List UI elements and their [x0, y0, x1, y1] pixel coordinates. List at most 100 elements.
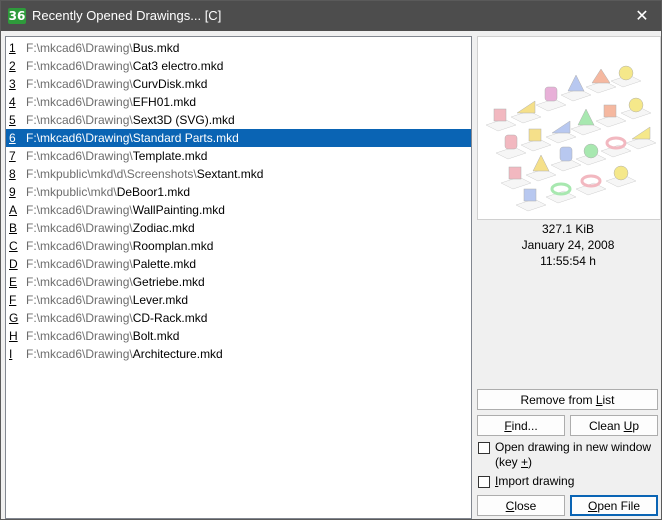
file-name: Roomplan.mkd — [132, 239, 214, 253]
file-name: Template.mkd — [132, 149, 208, 163]
file-hotkey: 5 — [9, 113, 16, 127]
file-list-item[interactable]: G F:\mkcad6\Drawing\CD-Rack.mkd — [6, 309, 471, 327]
file-path: F:\mkcad6\Drawing\WallPainting.mkd — [26, 201, 225, 219]
file-size: 327.1 KiB — [541, 222, 595, 236]
file-hotkey: F — [9, 293, 17, 307]
file-hotkey: 9 — [9, 185, 16, 199]
file-list-item[interactable]: 2 F:\mkcad6\Drawing\Cat3 electro.mkd — [6, 57, 471, 75]
preview-shape — [605, 136, 627, 150]
file-path: F:\mkcad6\Drawing\Template.mkd — [26, 147, 207, 165]
file-hotkey: G — [9, 311, 19, 325]
file-list-item[interactable]: B F:\mkcad6\Drawing\Zodiac.mkd — [6, 219, 471, 237]
file-directory: F:\mkcad6\Drawing\ — [26, 329, 133, 343]
preview-shape — [550, 182, 572, 196]
file-path: F:\mkcad6\Drawing\CD-Rack.mkd — [26, 309, 207, 327]
close-icon[interactable]: ✕ — [631, 5, 653, 27]
file-directory: F:\mkcad6\Drawing\ — [26, 131, 133, 145]
file-list-item[interactable]: E F:\mkcad6\Drawing\Getriebe.mkd — [6, 273, 471, 291]
file-name: Architecture.mkd — [132, 347, 223, 361]
file-directory: F:\mkpublic\mkd\d\Screenshots\ — [26, 167, 197, 181]
button-label: ist — [602, 393, 615, 407]
open-file-button[interactable]: Open File — [570, 495, 658, 516]
file-directory: F:\mkcad6\Drawing\ — [26, 77, 133, 91]
button-accel: O — [587, 499, 598, 513]
preview-thumbnail — [485, 65, 657, 212]
file-hotkey: E — [9, 275, 18, 289]
preview-shape — [628, 97, 644, 113]
file-list-item[interactable]: 5 F:\mkcad6\Drawing\Sext3D (SVG).mkd — [6, 111, 471, 129]
file-directory: F:\mkcad6\Drawing\ — [26, 59, 133, 73]
window-title: Recently Opened Drawings... [C] — [32, 8, 222, 23]
file-path: F:\mkcad6\Drawing\EFH01.mkd — [26, 93, 196, 111]
file-path: F:\mkcad6\Drawing\Bus.mkd — [26, 39, 179, 57]
file-path: F:\mkcad6\Drawing\Cat3 electro.mkd — [26, 57, 223, 75]
file-name: Zodiac.mkd — [132, 221, 195, 235]
file-name: DeBoor1.mkd — [116, 185, 191, 199]
import-drawing-label: Import drawing — [495, 474, 574, 489]
file-list-item[interactable]: 4 F:\mkcad6\Drawing\EFH01.mkd — [6, 93, 471, 111]
button-label: lose — [514, 499, 537, 513]
file-hotkey: D — [9, 257, 18, 271]
file-list-item[interactable]: 8 F:\mkpublic\mkd\d\Screenshots\Sextant.m… — [6, 165, 471, 183]
file-directory: F:\mkcad6\Drawing\ — [26, 275, 133, 289]
file-path: F:\mkcad6\Drawing\Roomplan.mkd — [26, 237, 213, 255]
file-path: F:\mkcad6\Drawing\Lever.mkd — [26, 291, 188, 309]
file-path: F:\mkcad6\Drawing\Bolt.mkd — [26, 327, 179, 345]
file-name: WallPainting.mkd — [132, 203, 225, 217]
file-hotkey: A — [9, 203, 18, 217]
file-name: Cat3 electro.mkd — [132, 59, 224, 73]
file-hotkey: H — [9, 329, 18, 343]
file-list-item[interactable]: 3 F:\mkcad6\Drawing\CurvDisk.mkd — [6, 75, 471, 93]
find-button[interactable]: Find... — [477, 415, 565, 436]
file-hotkey: 6 — [9, 131, 16, 145]
recent-files-list[interactable]: 1 F:\mkcad6\Drawing\Bus.mkd 2 F:\mkcad6\Dra… — [5, 36, 472, 519]
file-path: F:\mkcad6\Drawing\Palette.mkd — [26, 255, 196, 273]
file-name: Palette.mkd — [132, 257, 197, 271]
file-name: CD-Rack.mkd — [132, 311, 208, 325]
button-accel: L — [595, 393, 603, 407]
file-list-item[interactable]: 6 F:\mkcad6\Drawing\Standard Parts.mkd — [6, 129, 471, 147]
title-bar: 36 Recently Opened Drawings... [C] ✕ — [1, 1, 661, 31]
button-label: pen File — [597, 499, 641, 513]
file-name: Getriebe.mkd — [132, 275, 205, 289]
clean-up-button[interactable]: Clean Up — [570, 415, 658, 436]
preview-shape — [551, 120, 571, 134]
file-list-item[interactable]: H F:\mkcad6\Drawing\Bolt.mkd — [6, 327, 471, 345]
button-label: ind... — [511, 419, 538, 433]
button-label: p — [632, 419, 640, 433]
preview-shape — [591, 68, 611, 84]
preview-shape — [583, 143, 599, 159]
file-list-item[interactable]: 1 F:\mkcad6\Drawing\Bus.mkd — [6, 39, 471, 57]
new-window-checkbox[interactable] — [478, 442, 490, 454]
preview-shape — [504, 134, 518, 150]
file-list-item[interactable]: D F:\mkcad6\Drawing\Palette.mkd — [6, 255, 471, 273]
file-directory: F:\mkcad6\Drawing\ — [26, 203, 133, 217]
new-window-key-suffix: ) — [528, 455, 533, 469]
file-list-item[interactable]: 7 F:\mkcad6\Drawing\Template.mkd — [6, 147, 471, 165]
remove-from-list-button[interactable]: Remove from List — [477, 389, 658, 410]
file-name: Standard Parts.mkd — [132, 131, 239, 145]
file-name: Bus.mkd — [132, 41, 180, 55]
file-path: F:\mkcad6\Drawing\Standard Parts.mkd — [26, 129, 239, 147]
file-directory: F:\mkcad6\Drawing\ — [26, 95, 133, 109]
preview-shape — [528, 128, 542, 142]
button-label: Remove from — [520, 393, 596, 407]
close-button[interactable]: Close — [477, 495, 565, 516]
file-name: Lever.mkd — [132, 293, 189, 307]
import-text: mport drawing — [498, 474, 575, 488]
file-list-item[interactable]: C F:\mkcad6\Drawing\Roomplan.mkd — [6, 237, 471, 255]
preview-shape — [544, 86, 558, 102]
import-drawing-checkbox[interactable] — [478, 476, 490, 488]
file-list-item[interactable]: A F:\mkcad6\Drawing\WallPainting.mkd — [6, 201, 471, 219]
button-accel: F — [504, 419, 512, 433]
file-list-item[interactable]: F F:\mkcad6\Drawing\Lever.mkd — [6, 291, 471, 309]
file-list-item[interactable]: I F:\mkcad6\Drawing\Architecture.mkd — [6, 345, 471, 363]
file-directory: F:\mkcad6\Drawing\ — [26, 311, 133, 325]
preview-shape — [523, 188, 537, 202]
file-path: F:\mkpublic\mkd\d\Screenshots\Sextant.mk… — [26, 165, 263, 183]
app-icon: 36 — [8, 8, 26, 24]
new-window-key-prefix: (key — [495, 455, 522, 469]
file-time: 11:55:54 h — [540, 254, 596, 268]
preview-shape — [631, 126, 651, 140]
file-list-item[interactable]: 9 F:\mkpublic\mkd\DeBoor1.mkd — [6, 183, 471, 201]
